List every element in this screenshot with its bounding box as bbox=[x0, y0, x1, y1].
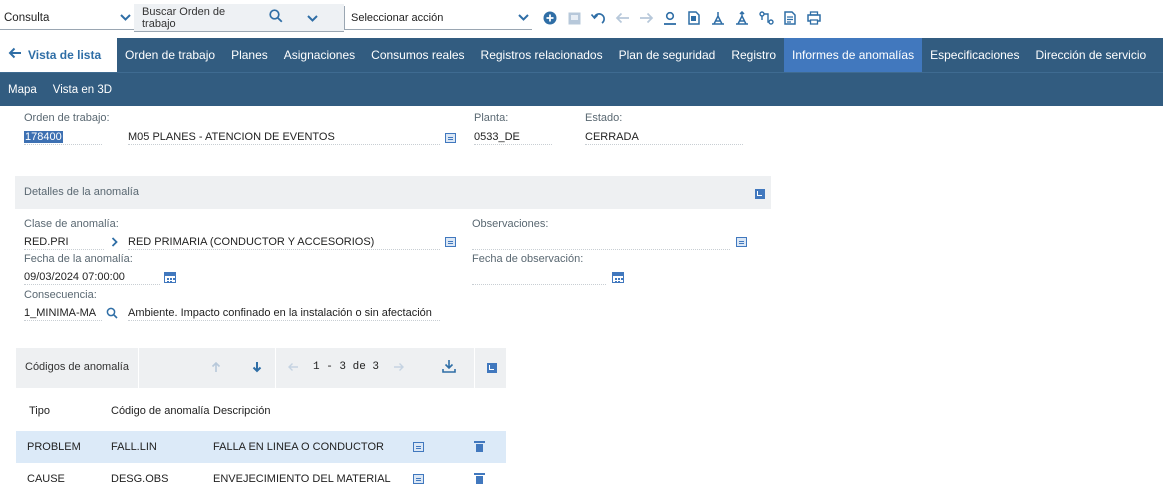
tab-asignaciones[interactable]: Asignaciones bbox=[276, 38, 363, 72]
detail-menu-icon[interactable] bbox=[445, 133, 456, 143]
arrow-left-icon bbox=[8, 46, 22, 64]
tab-plan-de-seguridad[interactable]: Plan de seguridad bbox=[611, 38, 724, 72]
tab-orden-de-trabajo[interactable]: Orden de trabajo bbox=[117, 38, 223, 72]
add-icon[interactable] bbox=[538, 7, 562, 29]
next-page-icon[interactable] bbox=[393, 362, 405, 375]
tab-registros-relacionados[interactable]: Registros relacionados bbox=[473, 38, 611, 72]
arrow-left-icon[interactable] bbox=[610, 7, 634, 29]
divider bbox=[138, 348, 139, 388]
tab-mapa[interactable]: Mapa bbox=[0, 73, 45, 107]
workflow-icon[interactable] bbox=[754, 7, 778, 29]
cell-descripcion: ENVEJECIMIENTO DEL MATERIAL bbox=[213, 473, 391, 485]
status-label: Estado: bbox=[585, 112, 623, 124]
detail-menu-icon[interactable] bbox=[413, 442, 424, 452]
tab-planes[interactable]: Planes bbox=[223, 38, 276, 72]
action-select-value: Seleccionar acción bbox=[351, 11, 444, 24]
tab-bar: Vista de lista Orden de trabajo Planes A… bbox=[0, 38, 1163, 72]
table-row[interactable]: CAUSE DESG.OBS ENVEJECIMIENTO DEL MATERI… bbox=[16, 463, 506, 486]
consequence-field[interactable]: 1_MINIMA-MA bbox=[24, 305, 102, 321]
work-order-value: 178400 bbox=[24, 131, 63, 143]
divider bbox=[275, 348, 276, 388]
tab-consumos-reales[interactable]: Consumos reales bbox=[363, 38, 472, 72]
arrow-right-icon[interactable] bbox=[634, 7, 658, 29]
status-value: CERRADA bbox=[585, 129, 743, 145]
trash-icon[interactable] bbox=[474, 473, 485, 484]
previous-page-icon[interactable] bbox=[287, 362, 299, 375]
report-icon[interactable] bbox=[778, 7, 802, 29]
work-order-field[interactable]: 178400 bbox=[24, 129, 102, 145]
work-order-description[interactable]: M05 PLANES - ATENCION DE EVENTOS bbox=[128, 129, 440, 145]
tab-especificaciones[interactable]: Especificaciones bbox=[922, 38, 1027, 72]
document-icon[interactable] bbox=[682, 7, 706, 29]
divider bbox=[474, 348, 475, 388]
route-alt-icon[interactable] bbox=[730, 7, 754, 29]
anomaly-details-header: Detalles de la anomalía bbox=[15, 176, 771, 209]
anomaly-class-description: RED PRIMARIA (CONDUCTOR Y ACCESORIOS) bbox=[128, 234, 440, 250]
download-icon[interactable] bbox=[442, 359, 456, 376]
search-input[interactable]: Buscar Orden de trabajo bbox=[134, 4, 344, 32]
column-header-codigo[interactable]: Código de anomalía bbox=[111, 405, 209, 417]
search-placeholder: Buscar Orden de trabajo bbox=[142, 5, 226, 30]
anomaly-class-field[interactable]: RED.PRI bbox=[24, 234, 104, 250]
observation-date-label: Fecha de observación: bbox=[472, 253, 584, 265]
toolbar-actions bbox=[538, 7, 826, 29]
chevron-down-icon[interactable] bbox=[294, 9, 330, 26]
consequence-label: Consecuencia: bbox=[24, 289, 97, 301]
anomaly-class-label: Clase de anomalía: bbox=[24, 218, 119, 230]
cell-codigo: DESG.OBS bbox=[111, 473, 169, 485]
sub-tab-bar: Mapa Vista en 3D bbox=[0, 72, 1163, 106]
observation-date-field[interactable] bbox=[472, 269, 606, 285]
cell-codigo: FALL.LIN bbox=[111, 441, 157, 453]
chevron-down-icon[interactable] bbox=[514, 12, 532, 24]
detail-menu-icon[interactable] bbox=[413, 474, 424, 484]
action-select[interactable]: Seleccionar acción bbox=[344, 6, 532, 30]
calendar-icon[interactable] bbox=[164, 272, 176, 283]
query-select-value: Consulta bbox=[4, 11, 50, 24]
tab-vista-en-3d[interactable]: Vista en 3D bbox=[45, 73, 120, 107]
query-select[interactable]: Consulta bbox=[0, 6, 134, 30]
arrow-up-icon[interactable] bbox=[211, 361, 221, 376]
route-icon[interactable] bbox=[706, 7, 730, 29]
print-icon[interactable] bbox=[802, 7, 826, 29]
cell-descripcion: FALLA EN LINEA O CONDUCTOR bbox=[213, 441, 384, 453]
arrow-down-icon[interactable] bbox=[252, 361, 262, 376]
plant-label: Planta: bbox=[474, 112, 509, 124]
user-icon[interactable] bbox=[658, 7, 682, 29]
long-description-icon[interactable] bbox=[736, 237, 747, 247]
work-order-label: Orden de trabajo: bbox=[24, 112, 110, 124]
column-header-tipo[interactable]: Tipo bbox=[29, 405, 50, 417]
undo-icon[interactable] bbox=[586, 7, 610, 29]
detail-menu-icon[interactable] bbox=[445, 237, 456, 247]
chevron-right-icon[interactable] bbox=[108, 236, 120, 248]
search-icon[interactable] bbox=[258, 8, 294, 27]
cell-tipo: CAUSE bbox=[27, 473, 65, 485]
table-row[interactable]: PROBLEM FALL.LIN FALLA EN LINEA O CONDUC… bbox=[16, 431, 506, 463]
save-icon[interactable] bbox=[562, 7, 586, 29]
pagination-label: 1 - 3 de 3 bbox=[313, 361, 380, 373]
plant-value: 0533_DE bbox=[474, 129, 552, 145]
trash-icon[interactable] bbox=[474, 441, 485, 452]
back-to-list-tab[interactable]: Vista de lista bbox=[0, 38, 117, 72]
tab-direccion-de-servicio[interactable]: Dirección de servicio bbox=[1027, 38, 1154, 72]
column-header-descripcion[interactable]: Descripción bbox=[213, 405, 270, 417]
calendar-icon[interactable] bbox=[612, 272, 624, 283]
search-icon[interactable] bbox=[106, 307, 118, 319]
collapse-icon[interactable] bbox=[755, 189, 765, 199]
tab-registro[interactable]: Registro bbox=[723, 38, 784, 72]
anomaly-codes-title: Códigos de anomalía bbox=[25, 361, 129, 373]
anomaly-codes-table-header: Códigos de anomalía 1 - 3 de 3 bbox=[16, 348, 506, 388]
back-tab-label: Vista de lista bbox=[28, 48, 102, 62]
observations-field[interactable] bbox=[472, 234, 730, 250]
toolbar: Consulta Buscar Orden de trabajo Selecci… bbox=[0, 0, 1163, 38]
chevron-down-icon[interactable] bbox=[116, 12, 134, 24]
collapse-icon[interactable] bbox=[487, 363, 497, 373]
consequence-description: Ambiente. Impacto confinado en la instal… bbox=[128, 305, 440, 321]
anomaly-date-label: Fecha de la anomalía: bbox=[24, 253, 133, 265]
cell-tipo: PROBLEM bbox=[27, 441, 81, 453]
tab-informes-de-anomalias[interactable]: Informes de anomalías bbox=[784, 38, 923, 72]
observations-label: Observaciones: bbox=[472, 218, 549, 230]
anomaly-date-field[interactable]: 09/03/2024 07:00:00 bbox=[24, 269, 160, 285]
anomaly-details-title: Detalles de la anomalía bbox=[24, 186, 139, 198]
